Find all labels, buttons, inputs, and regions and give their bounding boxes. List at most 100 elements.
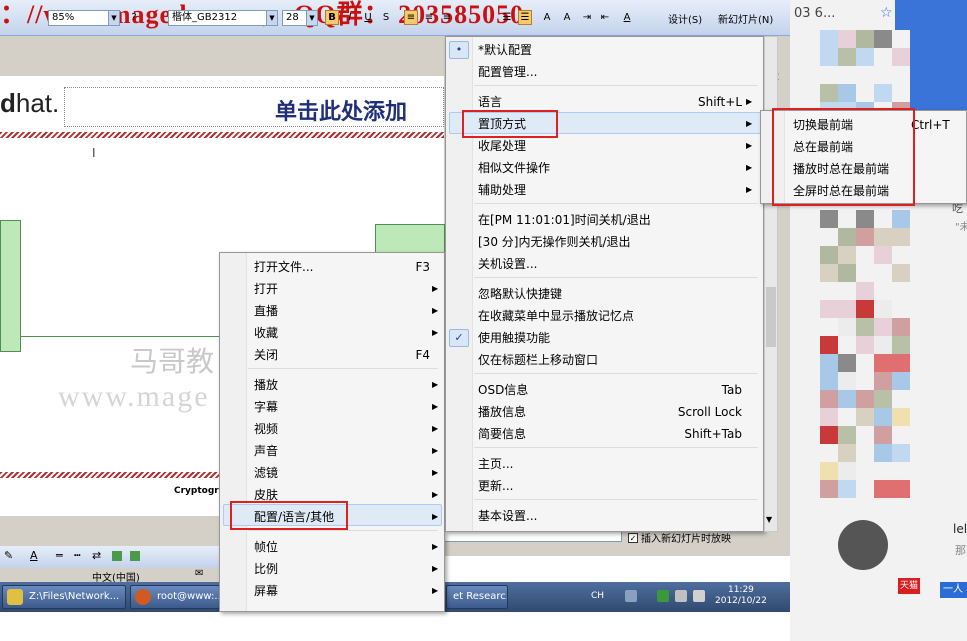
- pixel-block: [856, 228, 874, 246]
- menu-item[interactable]: 主页...: [478, 453, 513, 475]
- menu-item[interactable]: 声音: [254, 440, 278, 462]
- pixel-block: [820, 246, 838, 264]
- pixel-block: [874, 462, 892, 480]
- menu-item[interactable]: 屏幕: [254, 580, 278, 602]
- menu-item[interactable]: 使用触摸功能: [478, 327, 550, 349]
- font-color-button[interactable]: A: [620, 10, 634, 25]
- menu-item[interactable]: 收藏: [254, 322, 278, 344]
- increase-font-icon[interactable]: A: [540, 10, 554, 25]
- menu-item[interactable]: 基本设置...: [478, 505, 537, 527]
- menu-item[interactable]: 配置管理...: [478, 61, 537, 83]
- tmall-badge[interactable]: 天猫: [898, 578, 920, 594]
- pixel-block: [838, 66, 856, 84]
- pixel-block: [874, 66, 892, 84]
- align-center-icon[interactable]: ≡: [422, 10, 436, 25]
- pixel-block: [820, 408, 838, 426]
- chevron-right-icon: ▶: [432, 586, 439, 595]
- bold-button[interactable]: B: [325, 10, 339, 25]
- app-tray-icon[interactable]: [657, 590, 669, 602]
- align-right-icon[interactable]: ≡: [440, 10, 454, 25]
- pixel-block: [892, 426, 910, 444]
- outdent-icon[interactable]: ⇤: [598, 10, 612, 25]
- zoom-value: 85%: [52, 12, 75, 23]
- menu-item[interactable]: 收尾处理: [478, 135, 526, 157]
- scrollbar-thumb[interactable]: [766, 287, 776, 347]
- menu-item[interactable]: 播放信息: [478, 401, 526, 423]
- menu-item[interactable]: 关闭: [254, 344, 278, 366]
- menu-item[interactable]: 滤镜: [254, 462, 278, 484]
- menu-item[interactable]: [30 分]内无操作则关机/退出: [478, 231, 631, 253]
- network-icon[interactable]: [675, 590, 687, 602]
- pixel-block: [820, 210, 838, 228]
- new-slide-button[interactable]: 新幻灯片(N): [718, 11, 773, 26]
- taskbar-item[interactable]: root@www:...: [130, 585, 220, 609]
- font-size-select[interactable]: 28 ▼: [282, 10, 318, 26]
- align-left-icon[interactable]: ≡: [404, 10, 418, 25]
- avatar[interactable]: [838, 520, 888, 570]
- pixel-block: [838, 228, 856, 246]
- menu-item[interactable]: 帧位: [254, 536, 278, 558]
- menu-item[interactable]: 比例: [254, 558, 278, 580]
- line-style-icon[interactable]: ═: [56, 549, 63, 562]
- checkmark-icon: ✓: [628, 532, 638, 543]
- menu-item[interactable]: 辅助处理: [478, 179, 526, 201]
- zoom-select[interactable]: 85% ▼: [48, 10, 120, 26]
- pixel-block: [838, 354, 856, 372]
- keyboard-icon[interactable]: [625, 590, 637, 602]
- menu-item[interactable]: 忽略默认快捷键: [478, 283, 562, 305]
- help-icon[interactable]: ?: [127, 10, 141, 25]
- pixel-block: [856, 372, 874, 390]
- ime-indicator[interactable]: CH: [591, 591, 604, 601]
- menu-item[interactable]: *默认配置: [478, 39, 532, 61]
- menu-item[interactable]: 在收藏菜单中显示播放记忆点: [478, 305, 634, 327]
- arrow-style-icon[interactable]: ⇄: [92, 549, 101, 562]
- pixel-block: [820, 426, 838, 444]
- insert-slide-checkbox[interactable]: ✓ 插入新幻灯片时放映: [628, 530, 731, 545]
- strikethrough-button[interactable]: S: [379, 10, 393, 25]
- font-select[interactable]: 楷体_GB2312 ▼: [168, 10, 278, 26]
- menu-item[interactable]: 字幕: [254, 396, 278, 418]
- menu-item[interactable]: 视频: [254, 418, 278, 440]
- pixel-block: [838, 210, 856, 228]
- italic-button[interactable]: I: [343, 10, 357, 25]
- star-icon[interactable]: ☆: [880, 5, 893, 21]
- shape-box[interactable]: [0, 220, 21, 352]
- bullet-list-icon[interactable]: ☰: [518, 10, 532, 25]
- annotation-box: [772, 108, 915, 206]
- side-link[interactable]: 一人: [940, 582, 967, 598]
- pixel-block: [838, 462, 856, 480]
- font-color-icon[interactable]: A: [30, 549, 38, 562]
- menu-item[interactable]: 在[PM 11:01:01]时间关机/退出: [478, 209, 651, 231]
- menu-item[interactable]: 更新...: [478, 475, 513, 497]
- scroll-down-icon[interactable]: ▼: [766, 515, 772, 524]
- menu-item[interactable]: OSD信息: [478, 379, 528, 401]
- menu-item[interactable]: 简要信息: [478, 423, 526, 445]
- menu-item[interactable]: 仅在标题栏上移动窗口: [478, 349, 598, 371]
- menu-item[interactable]: 打开: [254, 278, 278, 300]
- design-button[interactable]: 设计(S): [668, 11, 702, 26]
- menu-separator: [474, 373, 758, 374]
- chevron-right-icon: ▶: [432, 284, 439, 293]
- menu-item[interactable]: 打开文件...: [254, 256, 313, 278]
- pixel-block: [874, 48, 892, 66]
- menu-item[interactable]: 直播: [254, 300, 278, 322]
- menu-item[interactable]: 播放: [254, 374, 278, 396]
- pen-icon[interactable]: ✎: [4, 549, 13, 562]
- pixel-block: [856, 300, 874, 318]
- numbered-list-icon[interactable]: ☰: [500, 10, 514, 25]
- dash-style-icon[interactable]: ┅: [74, 549, 81, 562]
- pixel-block: [820, 444, 838, 462]
- taskbar-item[interactable]: Z:\Files\Network...: [2, 585, 126, 609]
- clock[interactable]: 11:29 2012/10/22: [715, 585, 767, 607]
- menu-item[interactable]: 相似文件操作: [478, 157, 550, 179]
- title-placeholder[interactable]: 单击此处添加: [275, 94, 407, 126]
- volume-icon[interactable]: [693, 590, 705, 602]
- indent-icon[interactable]: ⇥: [580, 10, 594, 25]
- taskbar-item[interactable]: et Researc...: [446, 585, 508, 609]
- shadow-icon[interactable]: [112, 551, 122, 561]
- decrease-font-icon[interactable]: A: [560, 10, 574, 25]
- 3d-icon[interactable]: [130, 551, 140, 561]
- menu-item[interactable]: 关机设置...: [478, 253, 537, 275]
- underline-button[interactable]: U: [361, 10, 375, 25]
- pixel-block: [820, 480, 838, 498]
